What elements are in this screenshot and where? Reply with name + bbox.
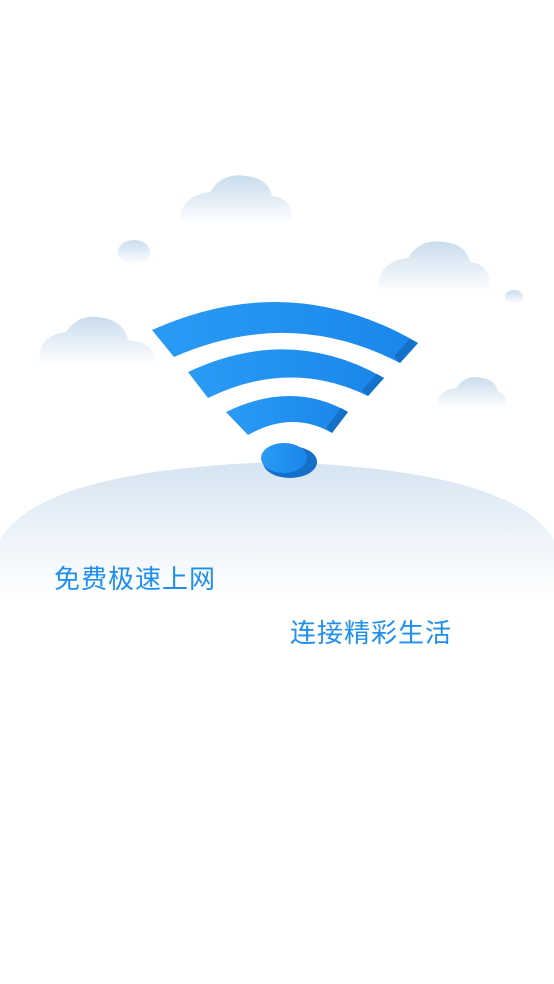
splash-illustration xyxy=(0,175,554,600)
cloud-icon xyxy=(39,316,156,365)
slogan-primary: 免费极速上网 xyxy=(54,565,217,595)
slogan-secondary: 连接精彩生活 xyxy=(290,619,453,649)
splash-screen: 免费极速上网 连接精彩生活 xyxy=(0,0,554,984)
cloud-icon xyxy=(377,241,491,292)
cloud-icon xyxy=(505,290,523,304)
wifi-signal-icon xyxy=(152,301,418,478)
cloud-icon xyxy=(437,377,507,408)
cloud-icon xyxy=(179,175,293,225)
cloud-icon xyxy=(118,240,150,264)
